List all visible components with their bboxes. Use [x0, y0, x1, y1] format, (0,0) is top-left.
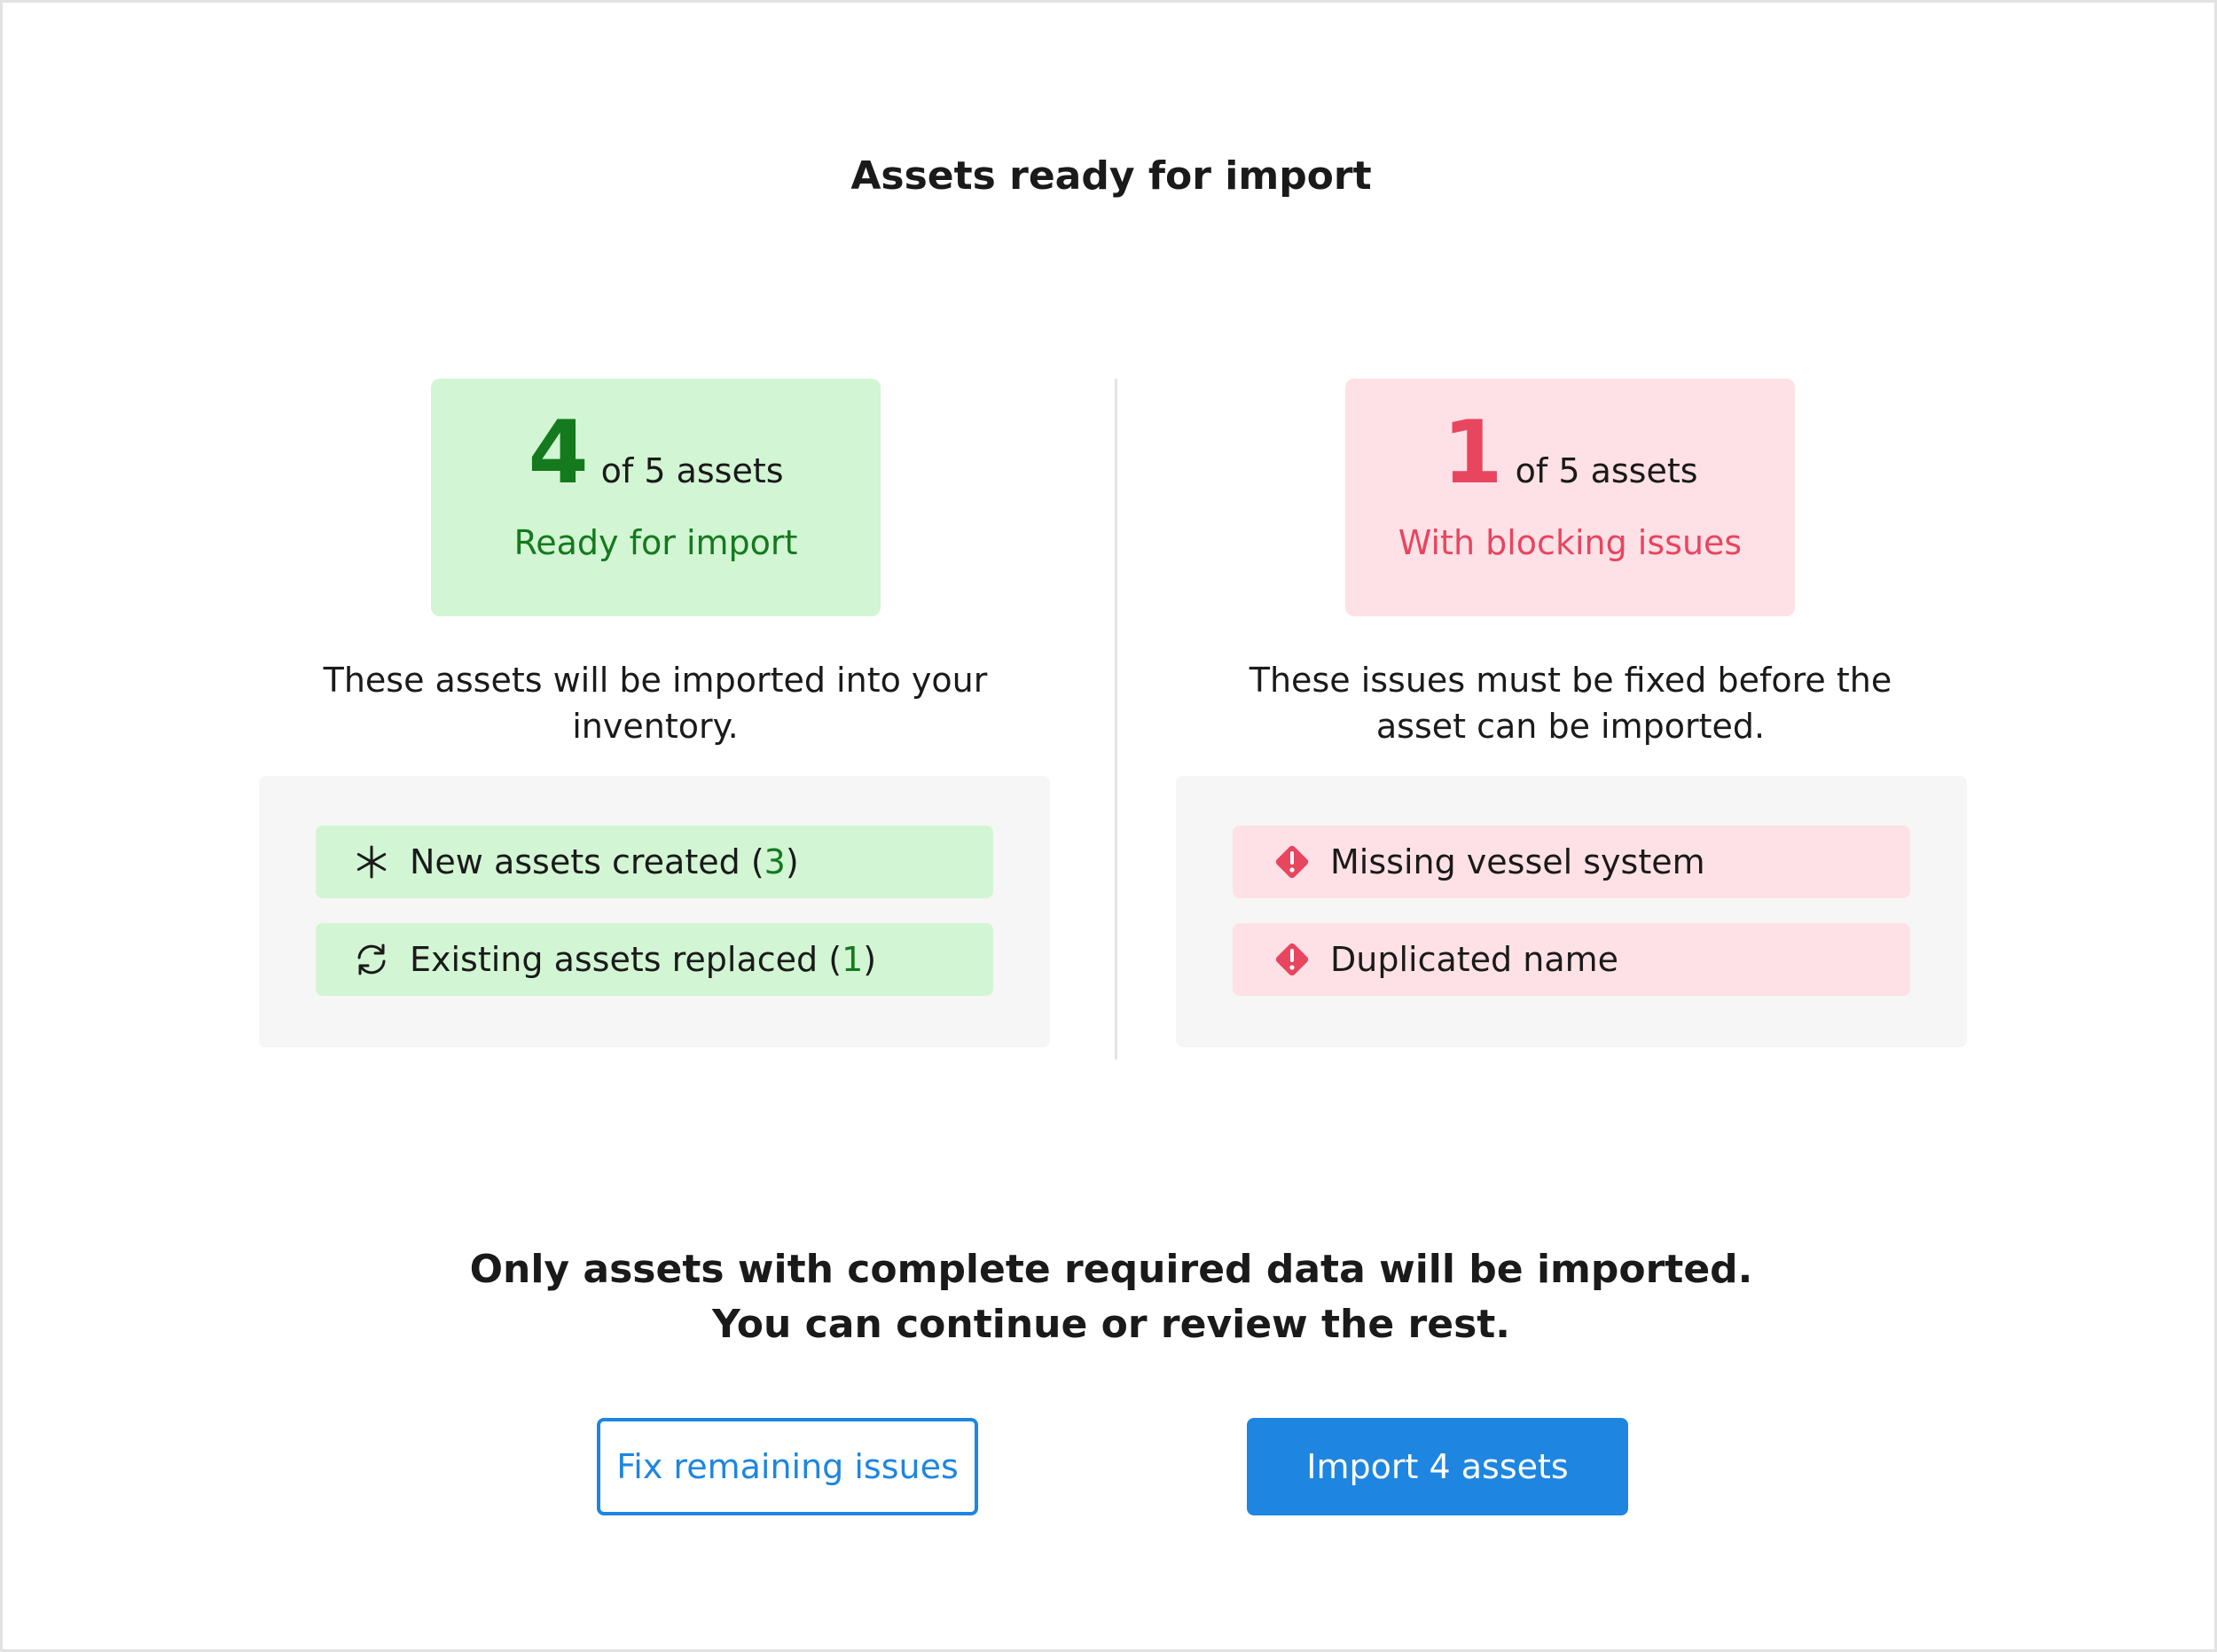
import-note-line-2: You can continue or review the rest. [711, 1302, 1511, 1347]
refresh-icon [351, 939, 392, 980]
list-item-paren: ) [785, 842, 799, 881]
ready-label: Ready for import [513, 523, 798, 562]
blocking-total: of 5 assets [1515, 451, 1698, 490]
issue-item-duplicated-name[interactable]: Duplicated name [1233, 923, 1910, 996]
blocking-label: With blocking issues [1398, 523, 1743, 562]
dialog: Assets ready for import 4 of 5 assets Re… [0, 0, 2217, 1652]
issue-item-missing-vessel-system[interactable]: Missing vessel system [1233, 826, 1910, 898]
page-title: Assets ready for import [850, 153, 1372, 199]
issue-label: Missing vessel system [1330, 842, 1705, 881]
import-note-line-1: Only assets with complete required data … [469, 1247, 1753, 1292]
blocking-summary-card: 1 of 5 assets With blocking issues [1345, 379, 1795, 616]
blocking-description: These issues must be fixed before the as… [1249, 661, 1892, 746]
list-item-paren: ) [863, 940, 877, 979]
column-divider [1115, 379, 1117, 1060]
warning-diamond-icon [1272, 842, 1312, 882]
blocking-count: 1 [1442, 403, 1503, 504]
ready-description: These assets will be imported into your … [323, 661, 988, 746]
list-item-count: 1 [842, 940, 864, 979]
list-item-label: Existing assets replaced ( [410, 940, 842, 979]
fix-remaining-issues-button[interactable]: Fix remaining issues [597, 1418, 978, 1515]
ready-item-new-assets: New assets created (3) [316, 826, 993, 898]
ready-item-replaced-assets: Existing assets replaced (1) [316, 923, 993, 996]
import-note: Only assets with complete required data … [3, 1242, 2217, 1352]
ready-total: of 5 assets [600, 451, 784, 490]
warning-diamond-icon [1272, 939, 1312, 980]
ready-summary-card: 4 of 5 assets Ready for import [431, 379, 881, 616]
list-item-label: New assets created ( [410, 842, 764, 881]
list-item-count: 3 [764, 842, 786, 881]
blocking-details-panel: Missing vessel system Duplicated name [1176, 776, 1967, 1047]
issue-label: Duplicated name [1330, 940, 1619, 979]
ready-details-panel: New assets created (3) Existing assets r… [259, 776, 1050, 1047]
import-assets-button[interactable]: Import 4 assets [1247, 1418, 1628, 1515]
ready-count: 4 [528, 403, 589, 504]
asterisk-icon [351, 842, 392, 882]
